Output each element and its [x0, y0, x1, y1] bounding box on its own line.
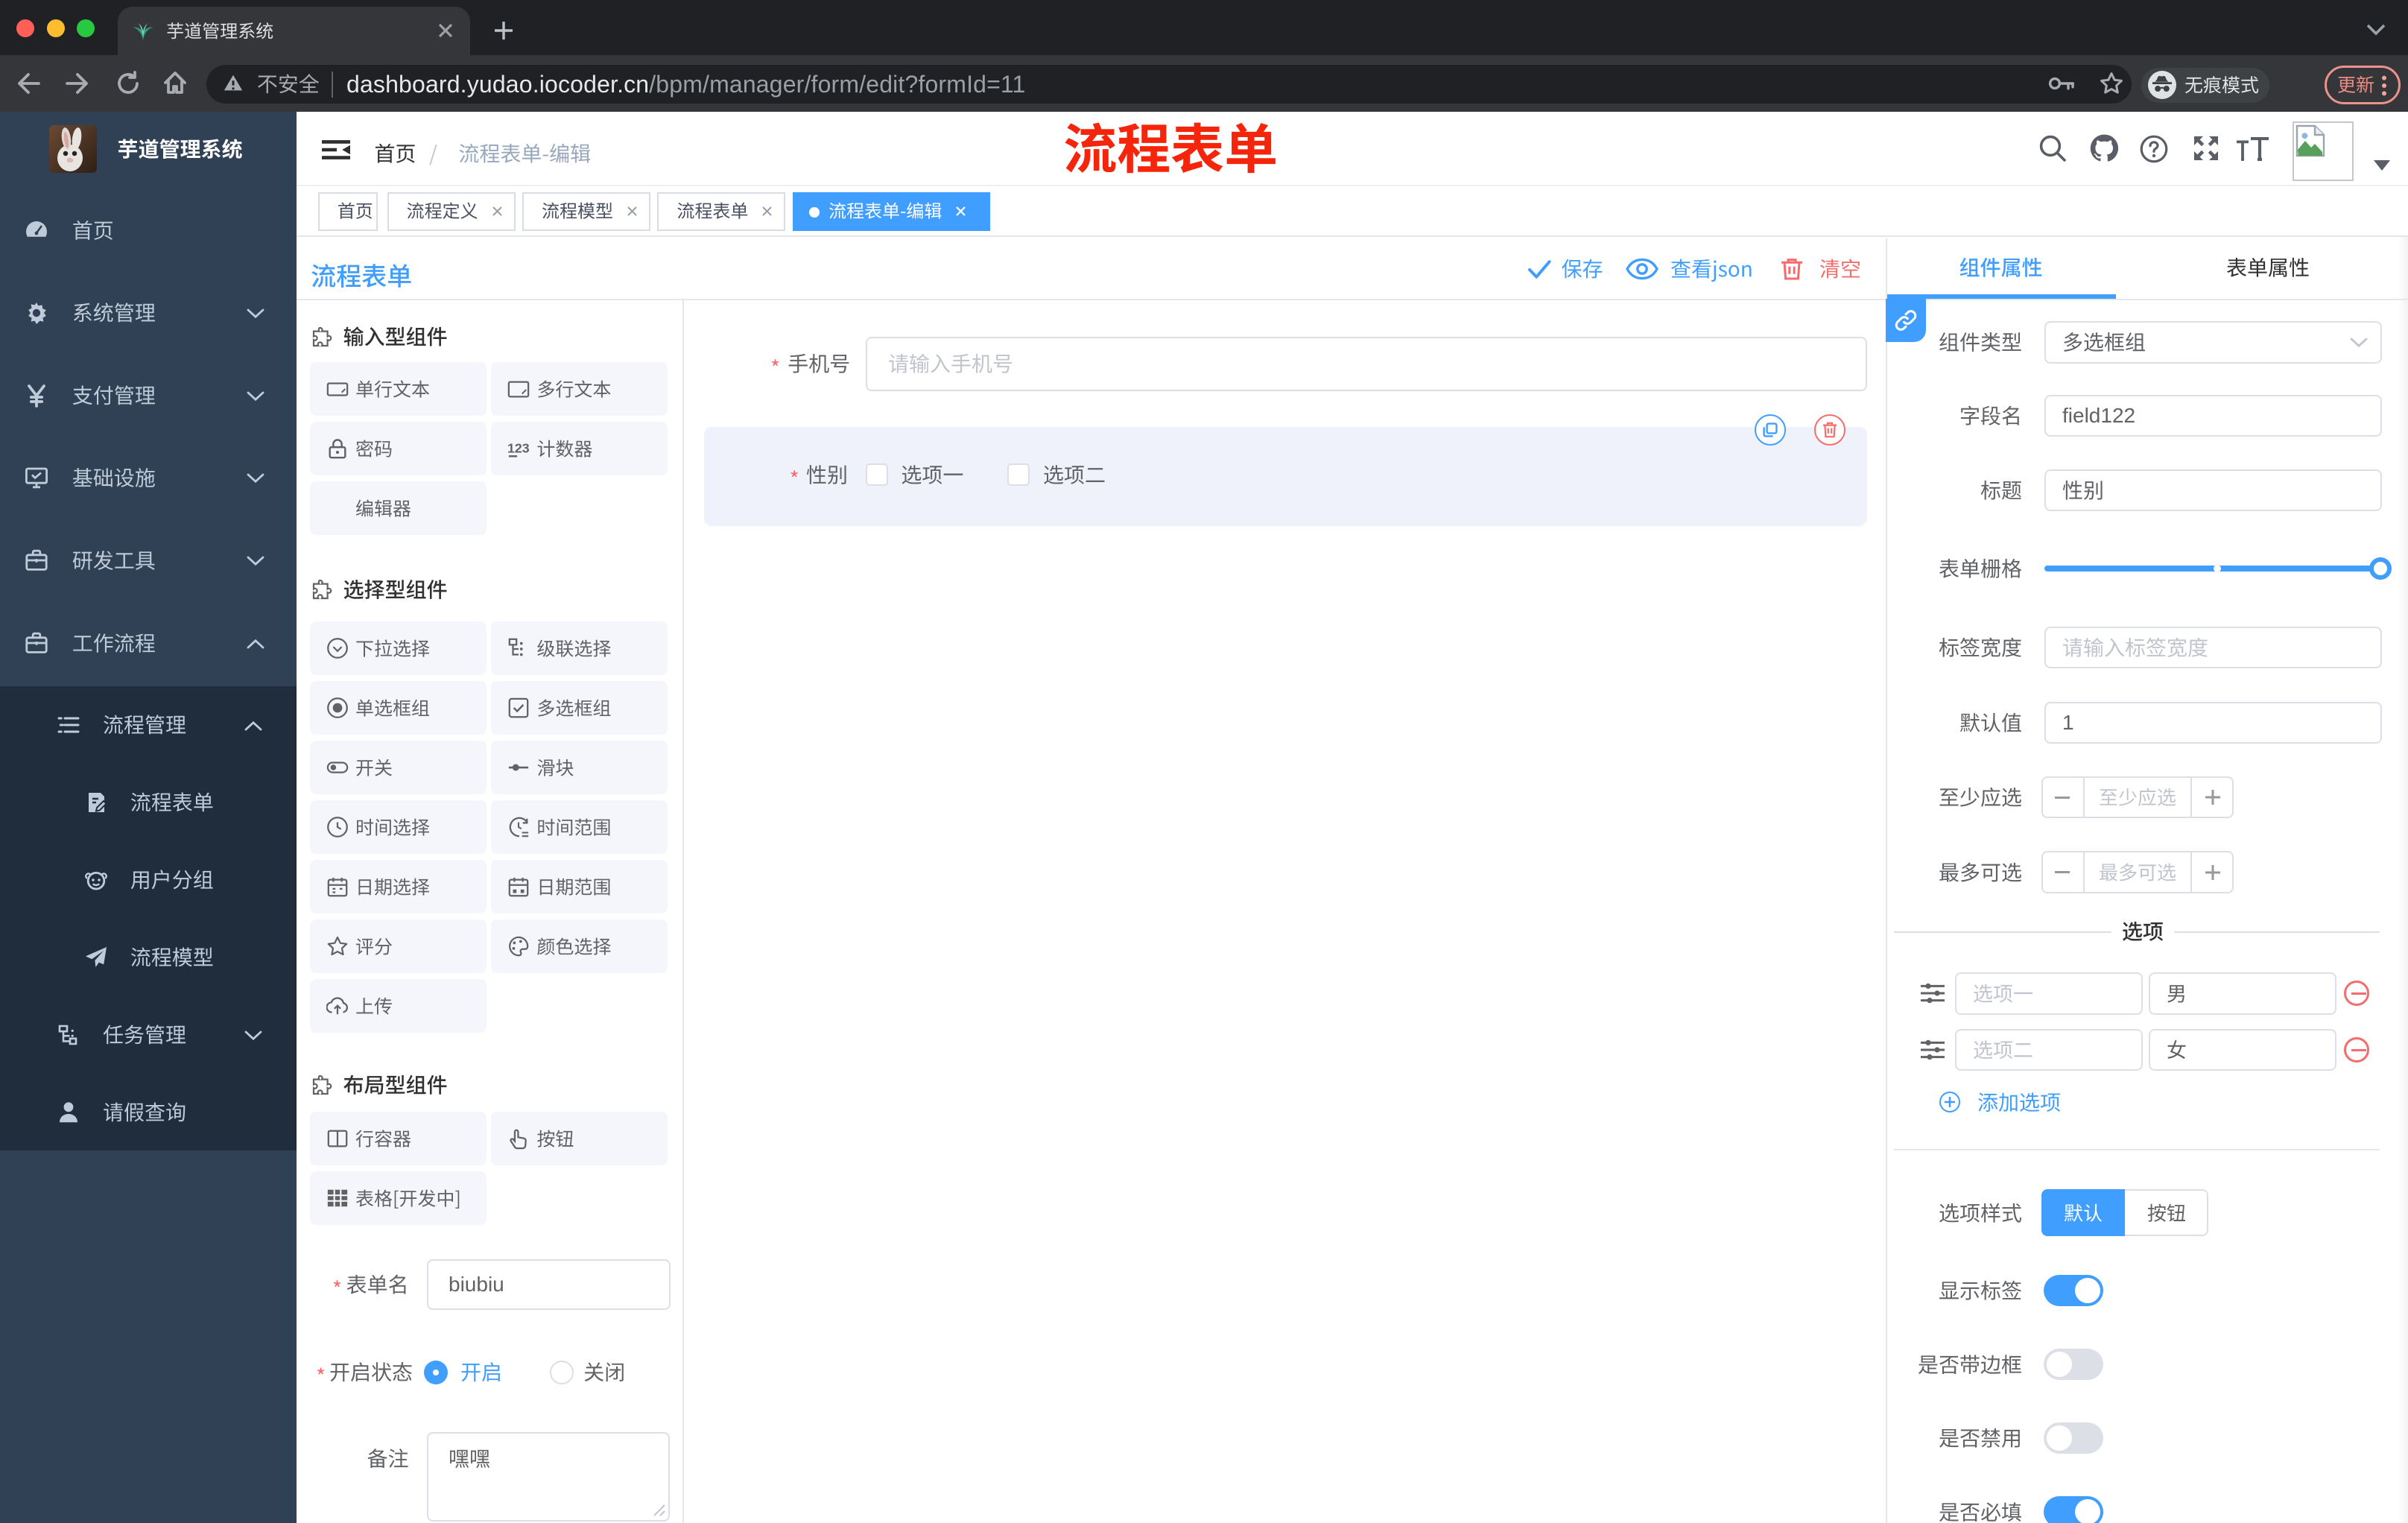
- svg-text:123: 123: [507, 441, 530, 456]
